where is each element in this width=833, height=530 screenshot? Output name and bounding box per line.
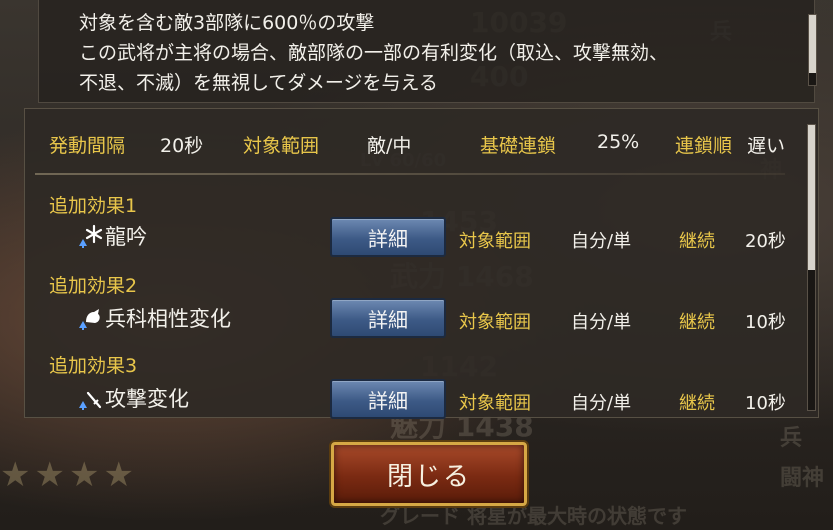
effect-name-2: 兵科相性変化 (105, 307, 231, 331)
description-line: 不退、不滅）を無視してダメージを与える (79, 72, 438, 94)
effect-title-1: 追加効果1 (49, 195, 138, 217)
range-label: 対象範囲 (243, 135, 320, 157)
detail-button-2[interactable]: 詳細 (330, 298, 446, 338)
rarity-stars: ★★★★ (0, 455, 138, 495)
skill-detail-panel: 発動間隔 20秒 対象範囲 敵/中 基礎連鎖 25% 連鎖順 遅い 追加効果1 … (24, 108, 819, 419)
skill-description-box: 対象を含む敵3部隊に600％の攻撃 この武将が主将の場合、敵部隊の一部の有利変化… (38, 0, 815, 103)
effect-1: 龍吟 (75, 221, 147, 251)
description-line: 対象を含む敵3部隊に600％の攻撃 (79, 12, 375, 34)
effect-duration-value-1: 20秒 (745, 231, 786, 252)
effect-range-value-1: 自分/単 (571, 231, 632, 252)
divider (35, 173, 785, 175)
effect-range-label-2: 対象範囲 (459, 312, 531, 333)
description-line: この武将が主将の場合、敵部隊の一部の有利変化（取込、攻撃無効、 (79, 42, 669, 64)
detail-button-3[interactable]: 詳細 (330, 379, 446, 419)
effect-duration-label-2: 継続 (679, 312, 715, 333)
effect-range-value-3: 自分/単 (571, 393, 632, 414)
effect-duration-label-3: 継続 (679, 393, 715, 414)
effects-scrollbar[interactable] (807, 124, 816, 411)
effect-duration-value-3: 10秒 (745, 393, 786, 414)
interval-label: 発動間隔 (49, 135, 126, 157)
effect-title-2: 追加効果2 (49, 275, 138, 297)
effect-range-label-3: 対象範囲 (459, 393, 531, 414)
effect-duration-value-2: 10秒 (745, 312, 786, 333)
interval-value: 20秒 (160, 135, 204, 157)
effects-scrollbar-thumb[interactable] (808, 125, 815, 270)
description-scrollbar[interactable] (808, 14, 817, 86)
effect-name-1: 龍吟 (105, 225, 147, 249)
chain-value: 25% (597, 131, 640, 153)
effect-2: 兵科相性変化 (75, 303, 231, 333)
close-button[interactable]: 閉じる (331, 442, 527, 506)
effect-title-3: 追加効果3 (49, 355, 138, 377)
effect-3: 攻撃変化 (75, 383, 189, 413)
effect-range-label-1: 対象範囲 (459, 231, 531, 252)
effect-name-3: 攻撃変化 (105, 387, 189, 411)
description-scrollbar-thumb[interactable] (809, 15, 816, 73)
chain-order-label: 連鎖順 (675, 135, 733, 157)
arm-affinity-icon (75, 304, 103, 332)
bg-ghost-text: 兵 (780, 426, 803, 451)
range-value: 敵/中 (367, 135, 412, 157)
dragon-roar-icon (75, 222, 103, 250)
sword-attack-icon (75, 384, 103, 412)
bg-ghost-text: 闘神 (780, 466, 825, 491)
chain-order-value: 遅い (747, 135, 786, 157)
effect-range-value-2: 自分/単 (571, 312, 632, 333)
detail-button-1[interactable]: 詳細 (330, 217, 446, 257)
chain-label: 基礎連鎖 (480, 135, 557, 157)
effect-duration-label-1: 継続 (679, 231, 715, 252)
